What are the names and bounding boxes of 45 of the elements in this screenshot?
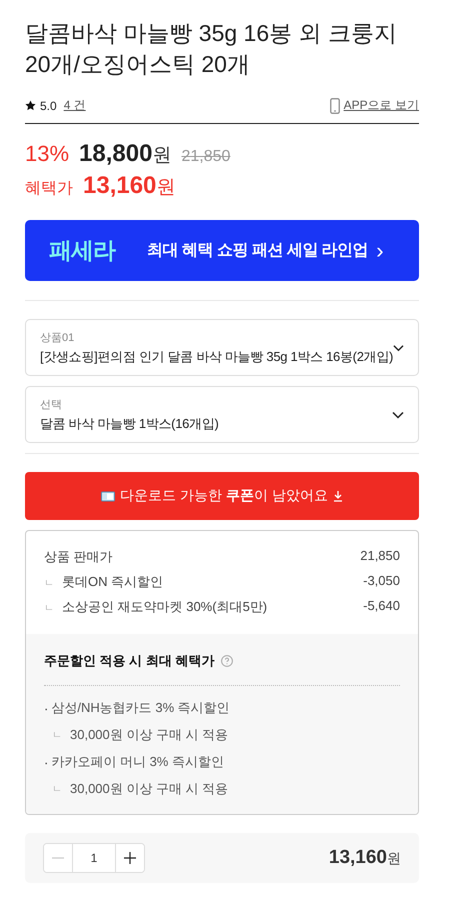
banner-text: 최대 혜택 쇼핑 패션 세일 라인업 (147, 241, 368, 261)
discount-rate: 13% (25, 141, 70, 167)
benefit-title: 주문할인 적용 시 최대 혜택가 (44, 652, 214, 670)
promo-banner[interactable]: 패세라 최대 혜택 쇼핑 패션 세일 라인업 › (25, 220, 419, 281)
price-row-value: -3,050 (363, 573, 400, 590)
product-title: 달콤바삭 마늘빵 35g 16봉 외 크룽지 20개/오징어스틱 20개 (25, 19, 398, 79)
bullet-marker: · (44, 700, 48, 716)
original-price: 21,850 (181, 148, 230, 166)
option-dropdown[interactable]: 선택 달콤 바삭 마늘빵 1박스(16개입) (25, 386, 419, 443)
benefit-condition: 30,000원 이상 구매 시 적용 (70, 780, 228, 798)
benefit-item: 삼성/NH농협카드 3% 즉시할인 (51, 699, 230, 717)
star-icon (25, 100, 36, 111)
total-price: 13,160 (328, 847, 387, 869)
indent-marker: ㄴ (44, 603, 54, 614)
app-view-link[interactable]: APP으로 보기 (344, 97, 419, 114)
price-row-label: 롯데ON 즉시할인 (62, 574, 164, 589)
phone-icon (330, 98, 340, 114)
indent-marker: ㄴ (52, 783, 62, 796)
benefit-item: 카카오페이 머니 3% 즉시할인 (51, 753, 224, 771)
indent-marker: ㄴ (52, 729, 62, 742)
chevron-down-icon (393, 344, 404, 352)
chevron-icon: › (376, 240, 384, 262)
price-row-value: 21,850 (360, 548, 400, 565)
rating-score: 5.0 (40, 98, 57, 112)
price-row-label: 상품 판매가 (44, 549, 113, 564)
benefit-label: 혜택가 (25, 179, 73, 199)
plus-icon (124, 852, 136, 864)
banner-logo: 패세라 (49, 236, 115, 265)
price-row-value: -5,640 (363, 598, 400, 615)
help-icon[interactable] (221, 655, 234, 667)
currency-unit: 원 (156, 176, 176, 200)
currency-unit: 원 (387, 850, 401, 868)
currency-unit: 원 (152, 144, 172, 168)
review-count-link[interactable]: 4 건 (64, 97, 86, 114)
download-icon (332, 490, 343, 502)
indent-marker: ㄴ (44, 578, 54, 589)
benefit-condition: 30,000원 이상 구매 시 적용 (70, 726, 228, 744)
benefit-price: 13,160 (83, 172, 156, 200)
sale-price: 18,800 (79, 140, 152, 168)
bullet-marker: · (44, 754, 48, 770)
coupon-icon (101, 490, 116, 502)
chevron-down-icon (392, 410, 404, 418)
option-dropdown[interactable]: 상품01 [갓생쇼핑]편의점 인기 달콤 바삭 마늘빵 35g 1박스 16봉(2개입) (25, 319, 419, 376)
price-row-label: 소상공인 재도약마켓 30%(최대5만) (62, 599, 268, 614)
coupon-download-button[interactable]: 다운로드 가능한 쿠폰이 남았어요 (25, 472, 419, 520)
